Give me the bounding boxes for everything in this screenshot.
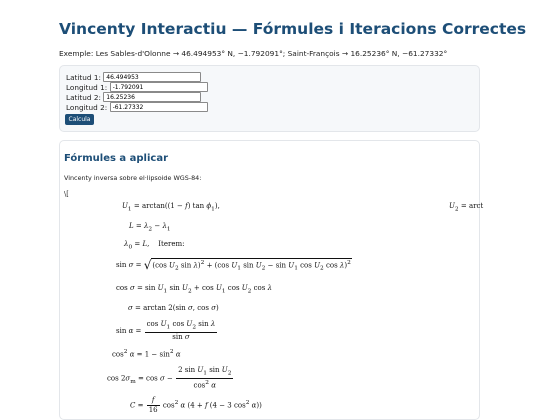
formula-lambda0: λ0 = L, Iterem: [124,240,185,251]
lon1-input[interactable] [109,82,208,92]
formula-cos-2sigma-m: cos 2σm = cos σ − 2 sin U1 sin U2 cos2 α [107,366,234,390]
formula-u2: U2 = arct [449,202,484,213]
formula-sigma: σ = arctan 2(sin σ, cos σ) [128,304,219,312]
coordinates-form: Latitud 1: Longitud 1: Latitud 2: Longit… [59,65,480,132]
lat1-label: Latitud 1: [66,72,101,82]
formula-c: C = f 16 cos2 α (4 + f (4 − 3 cos2 α)) [130,396,262,414]
example-text: Exemple: Les Sables-d'Olonne → 46.494953… [59,49,448,58]
lat1-row: Latitud 1: [66,72,202,82]
formula-sin-sigma: sin σ = √(cos U2 sin λ)2 + (cos U1 sin U… [116,258,352,272]
formula-cos-sigma: cos σ = sin U1 sin U2 + cos U1 cos U2 co… [116,284,273,295]
page-title: Vincenty Interactiu — Fórmules i Iteraci… [59,20,527,38]
formula-l: L = λ2 − λ1 [129,222,171,233]
lon1-label: Longitud 1: [66,82,108,92]
formulas-intro: Vincenty inversa sobre el·lipsoide WGS-8… [64,174,202,182]
lon2-label: Longitud 2: [66,102,108,112]
formula-sin-alpha: sin α = cos U1 cos U2 sin λ sin σ [116,320,218,342]
formulas-heading: Fórmules a aplicar [64,153,169,164]
lat2-input[interactable] [103,92,202,102]
lon1-row: Longitud 1: [66,82,208,92]
formula-u1: U1 = arctan((1 − f) tan ϕ1), [122,202,220,213]
lon2-input[interactable] [109,102,208,112]
lon2-row: Longitud 2: [66,102,208,112]
formula-cos2-alpha: cos2 α = 1 − sin2 α [112,349,181,359]
math-delimiter: \[ [64,190,69,198]
lat1-input[interactable] [103,72,202,82]
calculate-button[interactable]: Calcula [65,114,94,125]
lat2-label: Latitud 2: [66,92,101,102]
lat2-row: Latitud 2: [66,92,202,102]
